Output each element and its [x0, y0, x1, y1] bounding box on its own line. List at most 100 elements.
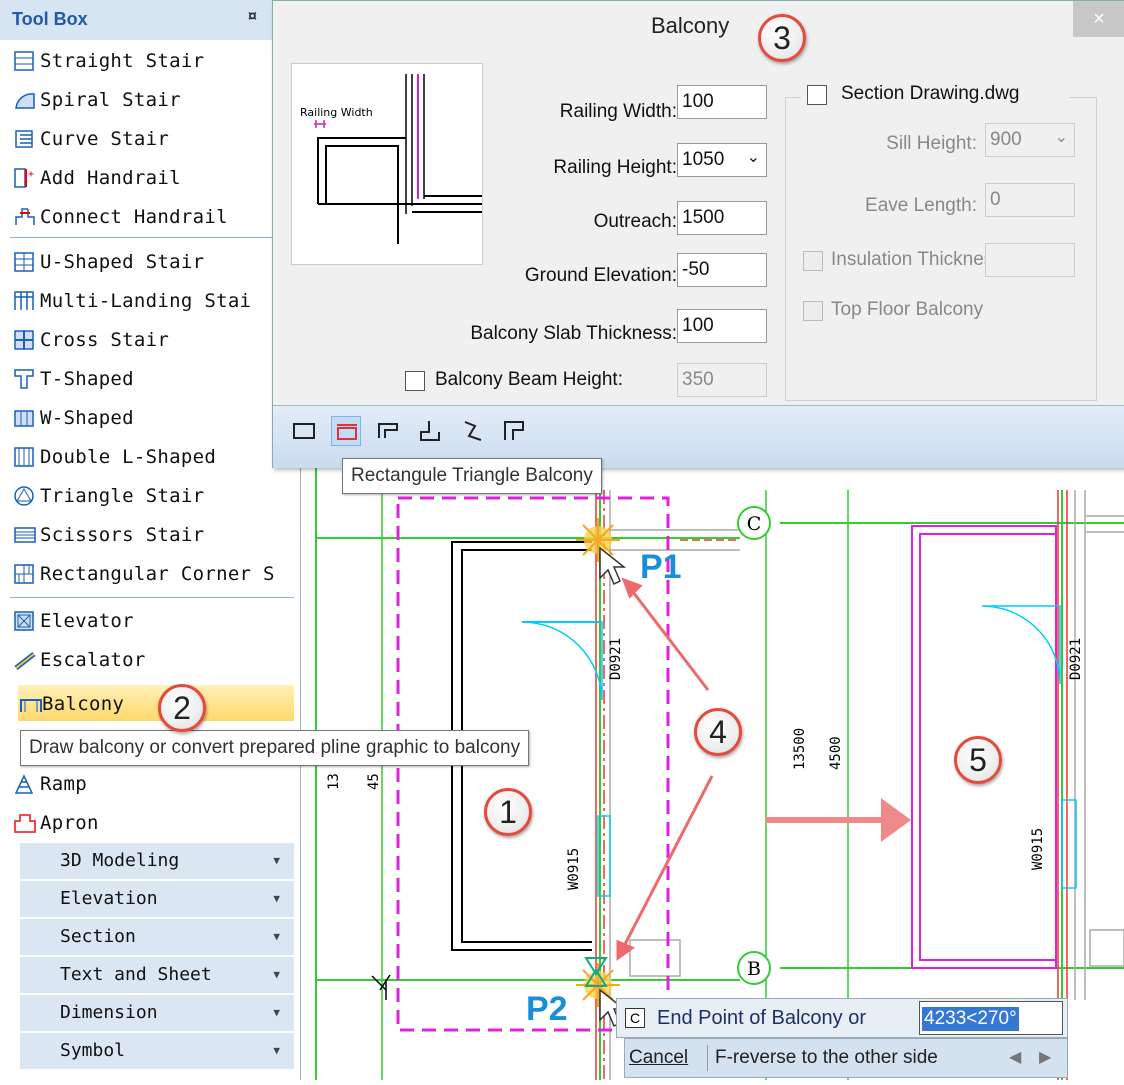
rectangular-corner-stair-icon	[14, 564, 34, 584]
toolbox-item-multi-landing-stair[interactable]: Multi-Landing Stai	[10, 282, 294, 320]
chevron-left-icon[interactable]: ◀	[1009, 1047, 1021, 1067]
step-badge-3: 3	[758, 14, 806, 62]
balcony-tooltip: Draw balcony or convert prepared pline g…	[20, 730, 530, 766]
outreach-label: Outreach:	[593, 211, 677, 232]
toolbox-item-rectangular-corner-stair[interactable]: Rectangular Corner S	[10, 555, 294, 593]
escalator-icon	[14, 652, 36, 670]
toolbox-item-scissors-stair[interactable]: Scissors Stair	[10, 516, 294, 554]
point-label-p2: P2	[526, 990, 568, 1028]
railing-width-input[interactable]: 100	[677, 85, 767, 119]
toolbox-item-connect-handrail[interactable]: Connect Handrail	[10, 198, 294, 236]
toolbox-item-curve-stair[interactable]: Curve Stair	[10, 120, 294, 158]
toolbox-item-u-shaped-stair[interactable]: U-Shaped Stair	[10, 243, 294, 281]
u-shaped-stair-icon	[14, 252, 34, 272]
rectangle-balcony-icon[interactable]	[289, 416, 319, 446]
outreach-input[interactable]: 1500	[677, 201, 767, 235]
insulation-thickness-label: Insulation Thickness:	[831, 249, 1009, 270]
toolbox-item-add-handrail[interactable]: + Add Handrail	[10, 159, 294, 197]
add-handrail-icon: +	[14, 168, 34, 188]
toolbox-item-w-shaped[interactable]: W-Shaped	[10, 399, 294, 437]
beam-height-checkbox[interactable]	[405, 371, 425, 391]
category-elevation[interactable]: Elevation ▼	[20, 881, 294, 918]
svg-text:Railing Width: Railing Width	[300, 106, 373, 119]
insulation-thickness-input[interactable]	[985, 243, 1075, 277]
railing-width-label: Railing Width:	[559, 101, 677, 122]
toolbox-item-apron[interactable]: Apron	[10, 804, 294, 842]
toolbar-tooltip: Rectangule Triangle Balcony	[342, 458, 602, 494]
chevron-down-icon: ▼	[273, 930, 280, 943]
scissors-stair-icon	[14, 527, 36, 543]
window-label-left: W0915	[566, 848, 582, 890]
top-floor-balcony-label: Top Floor Balcony	[831, 299, 984, 320]
toolbox-item-cross-stair[interactable]: Cross Stair	[10, 321, 294, 359]
beam-height-input[interactable]: 350	[677, 363, 767, 397]
chevron-right-icon[interactable]: ▶	[1039, 1047, 1051, 1067]
category-section[interactable]: Section ▼	[20, 919, 294, 956]
command-input[interactable]: 4233<270°	[919, 1001, 1063, 1035]
sill-height-select[interactable]: 900 ⌄	[985, 123, 1075, 157]
snap-star-p1	[576, 518, 620, 562]
eave-length-input[interactable]: 0	[985, 183, 1075, 217]
close-icon[interactable]: ×	[1073, 1, 1124, 37]
toolbox-item-ramp[interactable]: Ramp	[10, 765, 294, 803]
w-shaped-stair-icon	[14, 410, 34, 427]
balcony-dialog: Balcony × Railing Width Railing Width: 1…	[272, 0, 1124, 468]
step-badge-5: 5	[954, 736, 1002, 784]
door-label-right: D0921	[1068, 638, 1084, 680]
section-drawing-checkbox[interactable]	[807, 85, 827, 105]
axis-bubble-b: B	[737, 951, 771, 985]
toolbox-item-balcony[interactable]: Balcony	[18, 685, 294, 721]
railing-preview: Railing Width	[291, 63, 483, 265]
separator	[10, 597, 294, 598]
slab-thickness-label: Balcony Slab Thickness:	[470, 323, 677, 344]
insulation-thickness-checkbox[interactable]	[803, 251, 823, 271]
pin-icon[interactable]: ¤	[248, 8, 257, 26]
toolbox-item-straight-stair[interactable]: Straight Stair	[10, 42, 294, 80]
dialog-title: Balcony	[651, 13, 730, 38]
railing-height-select[interactable]: 1050 ⌄	[677, 143, 767, 177]
toolbox-item-spiral-stair[interactable]: Spiral Stair	[10, 81, 294, 119]
section-drawing-label: Section Drawing.dwg	[841, 83, 1020, 104]
ground-elevation-label: Ground Elevation:	[524, 265, 677, 286]
slab-thickness-input[interactable]: 100	[677, 309, 767, 343]
divider	[707, 1045, 708, 1071]
cancel-option[interactable]: Cancel	[629, 1047, 688, 1069]
category-3d-modeling[interactable]: 3D Modeling ▼	[20, 843, 294, 880]
dimension-left-1: 13	[326, 773, 342, 790]
step-badge-1: 1	[484, 788, 532, 836]
pline-balcony-icon[interactable]	[499, 416, 529, 446]
triangle-stair-icon	[14, 486, 34, 506]
reverse-option[interactable]: F-reverse to the other side	[715, 1047, 938, 1069]
top-floor-balcony-checkbox[interactable]	[803, 301, 823, 321]
command-options-row: Cancel F-reverse to the other side ◀ ▶	[624, 1038, 1068, 1078]
command-icon: C	[625, 1008, 645, 1028]
command-prompt: C End Point of Balcony or 4233<270° Canc…	[616, 998, 1068, 1080]
railing-height-label: Railing Height:	[553, 157, 677, 178]
category-symbol[interactable]: Symbol ▼	[20, 1033, 294, 1070]
command-prompt-text: End Point of Balcony or	[657, 1007, 867, 1029]
category-dimension[interactable]: Dimension ▼	[20, 995, 294, 1032]
category-text-and-sheet[interactable]: Text and Sheet ▼	[20, 957, 294, 994]
dimension-4500: 4500	[828, 736, 844, 770]
chevron-down-icon: ▼	[273, 1044, 280, 1057]
balcony-icon	[20, 699, 42, 712]
command-row: C End Point of Balcony or 4233<270°	[616, 998, 1068, 1038]
toolbox-item-triangle-stair[interactable]: Triangle Stair	[10, 477, 294, 515]
l-balcony-icon[interactable]	[415, 416, 445, 446]
chevron-down-icon: ⌄	[1054, 129, 1068, 146]
multi-landing-stair-icon	[14, 291, 34, 310]
toolbox-item-escalator[interactable]: Escalator	[10, 641, 294, 679]
apron-icon	[14, 814, 36, 833]
straight-stair-icon	[14, 51, 34, 71]
toolbox-item-t-shaped[interactable]: T-Shaped	[10, 360, 294, 398]
toolbox-item-double-l-shaped[interactable]: Double L-Shaped	[10, 438, 294, 476]
door-label-left: D0921	[608, 638, 624, 680]
point-label-p1: P1	[640, 548, 682, 586]
toolbox-item-elevator[interactable]: Elevator	[10, 602, 294, 640]
rectangle-triangle-balcony-icon[interactable]	[331, 416, 361, 446]
svg-text:C: C	[747, 513, 762, 535]
ground-elevation-input[interactable]: -50	[677, 253, 767, 287]
corner-balcony-icon[interactable]	[373, 416, 403, 446]
chevron-down-icon: ▼	[273, 892, 280, 905]
freeform-balcony-icon[interactable]	[457, 416, 487, 446]
